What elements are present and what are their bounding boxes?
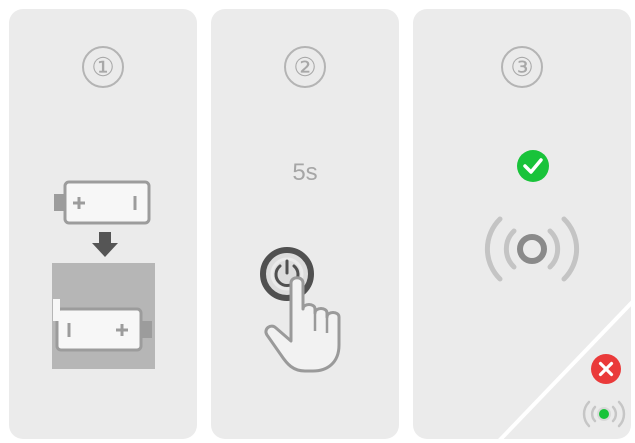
step-1-number: ① xyxy=(82,46,124,88)
broadcast-signal-icon xyxy=(476,209,588,289)
close-circle-icon xyxy=(590,353,622,385)
battery-insert-icon xyxy=(47,179,159,369)
step-3-panel: ③ xyxy=(413,9,631,439)
step-2-number: ② xyxy=(284,46,326,88)
step-1-panel: ① xyxy=(9,9,197,439)
signal-green-dot-icon xyxy=(578,399,630,429)
step-2-panel: ② 5s xyxy=(211,9,399,439)
check-circle-icon xyxy=(516,149,550,183)
press-power-button-icon xyxy=(259,247,354,377)
press-duration-label: 5s xyxy=(292,159,318,186)
